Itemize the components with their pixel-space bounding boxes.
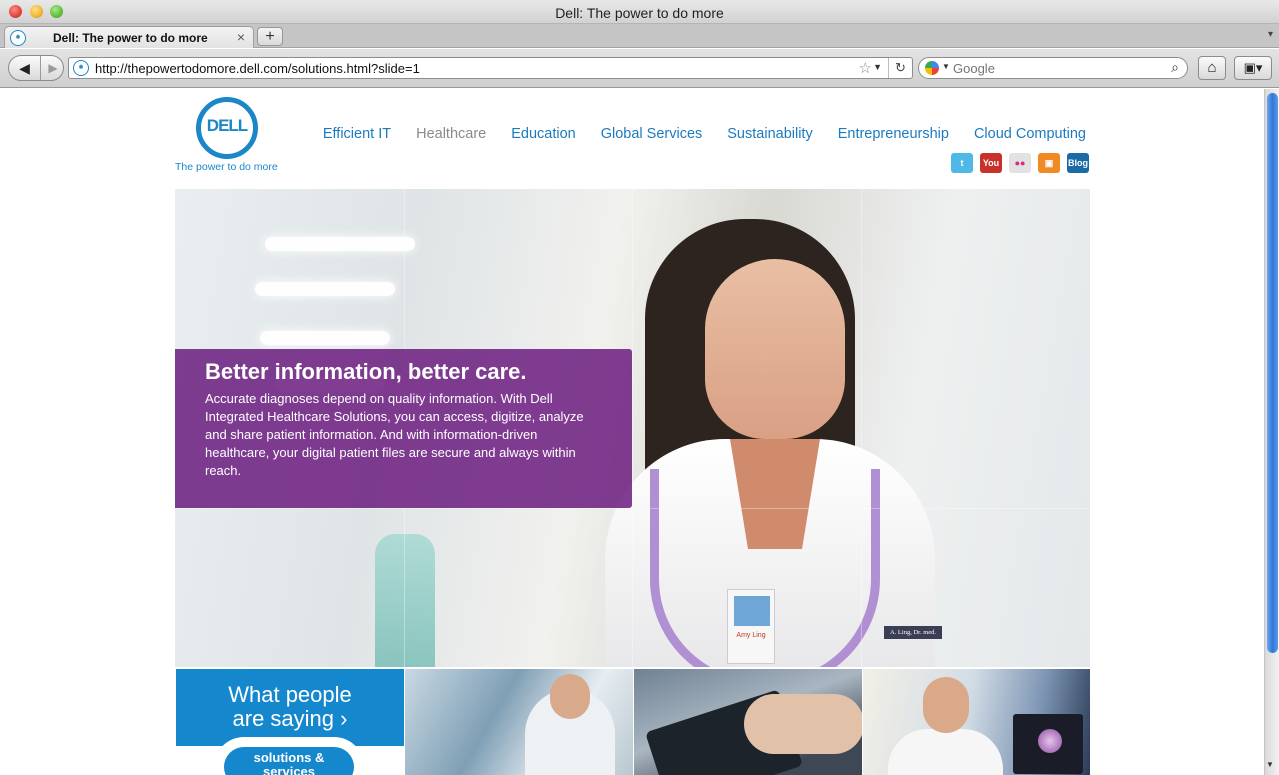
twitter-icon[interactable]: t [951, 153, 973, 173]
slideshare-icon[interactable]: ▣ [1038, 153, 1060, 173]
nav-healthcare[interactable]: Healthcare [416, 126, 486, 142]
ceiling-light [265, 237, 415, 251]
web-page: DELL The power to do more Efficient IT He… [0, 89, 1264, 775]
flickr-icon[interactable]: ●● [1009, 153, 1031, 173]
feature-tiles: What people are saying › solutions & ser… [175, 669, 1090, 775]
vertical-scrollbar[interactable]: ▼ [1264, 89, 1279, 775]
search-bar[interactable]: ▼ ⌕ [918, 57, 1188, 79]
window-titlebar: Dell: The power to do more [0, 0, 1279, 24]
dell-logo-wordmark: DELL [206, 116, 248, 135]
social-links: t You ●● ▣ Blog [951, 153, 1089, 173]
background-person [375, 534, 435, 667]
tile-divider [175, 508, 1090, 509]
what-people-are-saying-tile[interactable]: What people are saying › solutions & ser… [176, 669, 404, 775]
people-line1: What people [228, 682, 352, 707]
tab-dell[interactable]: ◉ Dell: The power to do more × [4, 26, 254, 48]
solutions-line1: solutions & [253, 750, 325, 765]
search-icon[interactable]: ⌕ [1171, 59, 1179, 76]
back-button[interactable]: ◀ [9, 56, 41, 80]
badge-name: Amy Ling [736, 632, 766, 639]
nav-cloud-computing[interactable]: Cloud Computing [974, 126, 1086, 142]
blog-icon[interactable]: Blog [1067, 153, 1089, 173]
hero-headline: Better information, better care. [205, 359, 527, 384]
url-history-dropdown-icon[interactable]: ▼ [873, 62, 882, 72]
nav-education[interactable]: Education [511, 126, 576, 142]
dell-logo[interactable]: DELL [196, 97, 258, 159]
what-people-are-saying-link[interactable]: What people are saying › [176, 683, 404, 731]
nav-entrepreneurship[interactable]: Entrepreneurship [838, 126, 949, 142]
url-text[interactable]: http://thepowertodomore.dell.com/solutio… [95, 61, 420, 76]
main-navigation: Efficient IT Healthcare Education Global Se… [323, 126, 1086, 142]
imaging-monitor [1013, 714, 1083, 774]
scroll-down-arrow-icon[interactable]: ▼ [1266, 760, 1274, 769]
reload-icon[interactable]: ↻ [888, 58, 912, 78]
doctor-imaging-tile[interactable] [863, 669, 1090, 775]
search-engine-dropdown-icon[interactable]: ▼ [942, 62, 950, 71]
nav-efficient-it[interactable]: Efficient IT [323, 126, 391, 142]
search-input[interactable] [953, 60, 1158, 76]
new-tab-button[interactable]: + [257, 27, 283, 46]
address-bar[interactable]: ◉ http://thepowertodomore.dell.com/solut… [68, 57, 913, 79]
nav-sustainability[interactable]: Sustainability [727, 126, 812, 142]
scan-image [1038, 729, 1062, 753]
lab-researcher-head [550, 674, 590, 719]
nav-global-services[interactable]: Global Services [601, 126, 703, 142]
bookmarks-menu-button[interactable]: ▣▾ [1234, 56, 1272, 80]
doctor-coat [888, 729, 1003, 775]
site-favicon-icon: ◉ [73, 60, 89, 76]
solutions-services-button[interactable]: solutions & services [224, 747, 354, 775]
doctor-face [705, 259, 845, 439]
tab-label: Dell: The power to do more [53, 31, 208, 45]
tablet-tile[interactable] [634, 669, 862, 775]
badge-photo [734, 596, 770, 626]
hero-body: Accurate diagnoses depend on quality inf… [205, 391, 584, 478]
bookmark-star-icon[interactable]: ☆ [859, 59, 872, 77]
tab-bar: ◉ Dell: The power to do more × + ▾ [0, 24, 1279, 48]
hero-caption: Better information, better care. Accurat… [175, 349, 632, 508]
id-badge: Amy Ling [727, 589, 775, 664]
tab-list-icon[interactable]: ▾ [1268, 29, 1273, 40]
solutions-services-label: solutions & services [224, 751, 354, 775]
youtube-icon[interactable]: You [980, 153, 1002, 173]
people-line2: are saying › [232, 706, 348, 731]
tile-divider [861, 189, 862, 667]
hero-banner: Amy Ling A. Ling, Dr. med. Better inform… [175, 189, 1090, 667]
tile-divider [632, 189, 633, 667]
solutions-line2: services [262, 764, 316, 775]
forward-button[interactable]: ▶ [42, 56, 64, 80]
ceiling-light [255, 282, 395, 296]
home-button[interactable]: ⌂ [1198, 56, 1226, 80]
lab-research-tile[interactable] [405, 669, 633, 775]
ceiling-light [260, 331, 390, 345]
tab-close-icon[interactable]: × [237, 29, 245, 45]
doctor-head [923, 677, 969, 733]
name-tag: A. Ling, Dr. med. [884, 626, 942, 639]
dell-favicon-icon: ◉ [10, 30, 26, 46]
window-title: Dell: The power to do more [555, 5, 724, 21]
google-icon[interactable] [925, 61, 939, 75]
scrollbar-thumb[interactable] [1267, 93, 1278, 653]
site-tagline: The power to do more [175, 161, 278, 173]
hand [744, 694, 862, 754]
back-forward-group: ◀ ▶ [8, 55, 64, 81]
navigation-toolbar: ◀ ▶ ◉ http://thepowertodomore.dell.com/s… [0, 49, 1279, 88]
